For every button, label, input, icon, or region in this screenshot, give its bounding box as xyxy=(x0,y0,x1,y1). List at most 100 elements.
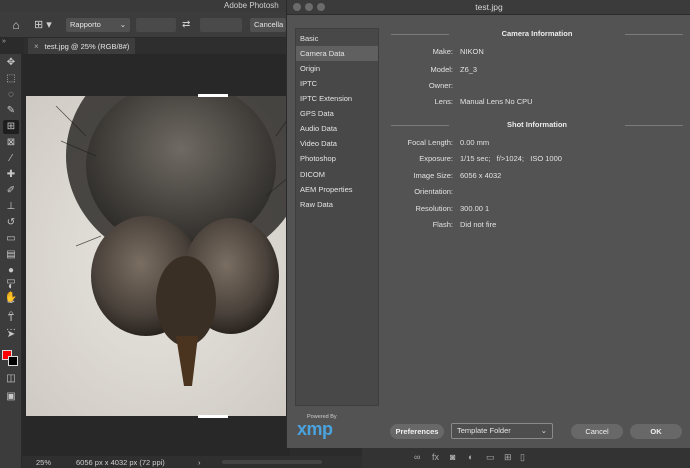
shape-tool-icon[interactable]: ▭ xyxy=(3,275,19,289)
focal-length-label: Focal Length: xyxy=(407,138,453,147)
model-value: Z6_3 xyxy=(460,65,478,74)
history-brush-tool-icon[interactable]: ↺ xyxy=(3,216,19,230)
frame-tool-icon[interactable]: ⊠ xyxy=(3,136,19,150)
chevron-right-icon[interactable]: › xyxy=(198,458,201,467)
category-video-data[interactable]: Video Data xyxy=(296,136,378,151)
category-list: Basic Camera Data Origin IPTC IPTC Exten… xyxy=(295,28,379,406)
adjustment-icon[interactable]: ◐ xyxy=(468,452,473,462)
canvas-area[interactable] xyxy=(22,54,290,456)
resolution-label: Resolution: xyxy=(415,204,453,213)
quick-selection-tool-icon[interactable]: ✎ xyxy=(3,104,19,118)
category-iptc[interactable]: IPTC xyxy=(296,76,378,91)
healing-brush-tool-icon[interactable]: ✚ xyxy=(3,168,19,182)
image-size-label: Image Size: xyxy=(413,171,453,180)
home-icon[interactable]: ⌂ xyxy=(8,18,24,32)
xmp-logo: Powered By xmp xyxy=(295,414,345,439)
brush-tool-icon[interactable]: ✐ xyxy=(3,184,19,198)
exposure-value: 1/15 sec; f/>1024; ISO 1000 xyxy=(460,154,562,163)
category-gps-data[interactable]: GPS Data xyxy=(296,106,378,121)
category-iptc-extension[interactable]: IPTC Extension xyxy=(296,91,378,106)
mask-icon[interactable]: ◙ xyxy=(450,452,455,462)
stamp-tool-icon[interactable]: ⊥ xyxy=(3,200,19,214)
category-audio-data[interactable]: Audio Data xyxy=(296,121,378,136)
crop-tool-preset-icon[interactable]: ⊞ ▾ xyxy=(34,18,56,32)
make-label: Make: xyxy=(432,47,453,56)
fx-icon[interactable]: fx xyxy=(432,452,439,462)
make-value: NIKON xyxy=(460,47,484,56)
shot-info-heading: Shot Information xyxy=(391,120,683,129)
divider xyxy=(391,34,449,35)
xmp-wordmark: xmp xyxy=(297,419,333,439)
ratio-select-label: Rapporto xyxy=(70,20,101,29)
document-size: 6056 px x 4032 px (72 ppi) xyxy=(76,458,165,467)
cancel-button[interactable]: Cancel xyxy=(571,424,623,439)
category-photoshop[interactable]: Photoshop xyxy=(296,151,378,166)
gradient-tool-icon[interactable]: ▤ xyxy=(3,248,19,262)
flash-label: Flash: xyxy=(432,220,453,229)
category-dicom[interactable]: DICOM xyxy=(296,167,378,182)
ratio-select[interactable]: Rapporto ⌄ xyxy=(66,18,130,32)
focal-length-value: 0.00 mm xyxy=(460,138,490,147)
exposure-label: Exposure: xyxy=(419,154,453,163)
category-aem-properties[interactable]: AEM Properties xyxy=(296,182,378,197)
marquee-tool-icon[interactable]: ⬚ xyxy=(3,72,19,86)
link-icon[interactable]: ∞ xyxy=(414,452,420,462)
divider xyxy=(391,125,449,126)
category-basic[interactable]: Basic xyxy=(296,31,378,46)
layers-footer: ∞ fx ◙ ◐ ▭ ⊞ ▯ xyxy=(362,448,690,468)
ok-button[interactable]: OK xyxy=(630,424,682,439)
app-title: Adobe Photosh xyxy=(224,1,279,10)
height-field[interactable] xyxy=(200,18,242,32)
owner-label: Owner: xyxy=(428,81,453,90)
width-field[interactable] xyxy=(136,18,176,32)
tools-panel: ✥ ⬚ ◌ ✎ ⊞ ⊠ ⁄ ✚ ✐ ⊥ ↺ ▭ ▤ ● ◐ ✒ T ➤ ▭ xyxy=(0,54,22,468)
template-folder-label: Template Folder xyxy=(457,426,511,435)
dialog-title: test.jpg xyxy=(475,2,503,12)
document-tab[interactable]: × test.jpg @ 25% (RGB/8#) xyxy=(28,38,136,54)
file-info-dialog: test.jpg Basic Camera Data Origin IPTC I… xyxy=(286,0,690,448)
background-color-swatch[interactable] xyxy=(8,356,18,366)
zoom-tool-icon[interactable]: ⌕ xyxy=(3,307,19,321)
document-tab-label: test.jpg @ 25% (RGB/8#) xyxy=(44,41,130,51)
category-camera-data[interactable]: Camera Data xyxy=(296,46,378,61)
horizontal-scrollbar[interactable] xyxy=(222,460,322,464)
zoom-level[interactable]: 25% xyxy=(36,458,51,467)
more-tools-icon[interactable]: ··· xyxy=(3,323,19,337)
fly-photo xyxy=(26,96,290,416)
resolution-value: 300.00 1 xyxy=(460,204,490,213)
divider xyxy=(625,34,683,35)
status-bar: 25% 6056 px x 4032 px (72 ppi) › xyxy=(22,456,362,468)
lens-label: Lens: xyxy=(434,97,453,106)
eraser-tool-icon[interactable]: ▭ xyxy=(3,232,19,246)
camera-info-heading: Camera Information xyxy=(391,29,683,38)
collapse-panel-icon[interactable]: » xyxy=(2,38,6,45)
dialog-titlebar: test.jpg xyxy=(287,0,690,15)
clear-button[interactable]: Cancella xyxy=(250,18,286,32)
swap-icon[interactable]: ⇄ xyxy=(182,18,194,32)
close-icon[interactable]: × xyxy=(34,42,39,51)
crop-tool-icon[interactable]: ⊞ xyxy=(3,120,19,134)
lasso-tool-icon[interactable]: ◌ xyxy=(3,88,19,102)
hand-tool-icon[interactable]: ✋ xyxy=(3,291,19,305)
camera-info-title: Camera Information xyxy=(501,29,573,38)
preferences-button[interactable]: Preferences xyxy=(390,424,444,439)
template-folder-select[interactable]: Template Folder ⌄ xyxy=(451,423,553,439)
crop-handle-bottom[interactable] xyxy=(198,415,228,418)
eyedropper-tool-icon[interactable]: ⁄ xyxy=(3,152,19,166)
model-label: Model: xyxy=(430,65,453,74)
crop-handle-top[interactable] xyxy=(198,94,228,97)
category-origin[interactable]: Origin xyxy=(296,61,378,76)
shot-info-title: Shot Information xyxy=(507,120,567,129)
category-raw-data[interactable]: Raw Data xyxy=(296,197,378,212)
folder-icon[interactable]: ▭ xyxy=(486,452,495,463)
new-layer-icon[interactable]: ⊞ xyxy=(504,452,512,463)
chevron-down-icon: ⌄ xyxy=(119,20,126,29)
chevron-down-icon: ⌄ xyxy=(540,426,547,435)
flash-value: Did not fire xyxy=(460,220,497,229)
image-size-value: 6056 x 4032 xyxy=(460,171,502,180)
trash-icon[interactable]: ▯ xyxy=(520,452,525,463)
move-tool-icon[interactable]: ✥ xyxy=(3,56,19,70)
orientation-label: Orientation: xyxy=(414,187,453,196)
quick-mask-icon[interactable]: ◫ xyxy=(3,372,19,386)
screen-mode-icon[interactable]: ▣ xyxy=(3,390,19,404)
